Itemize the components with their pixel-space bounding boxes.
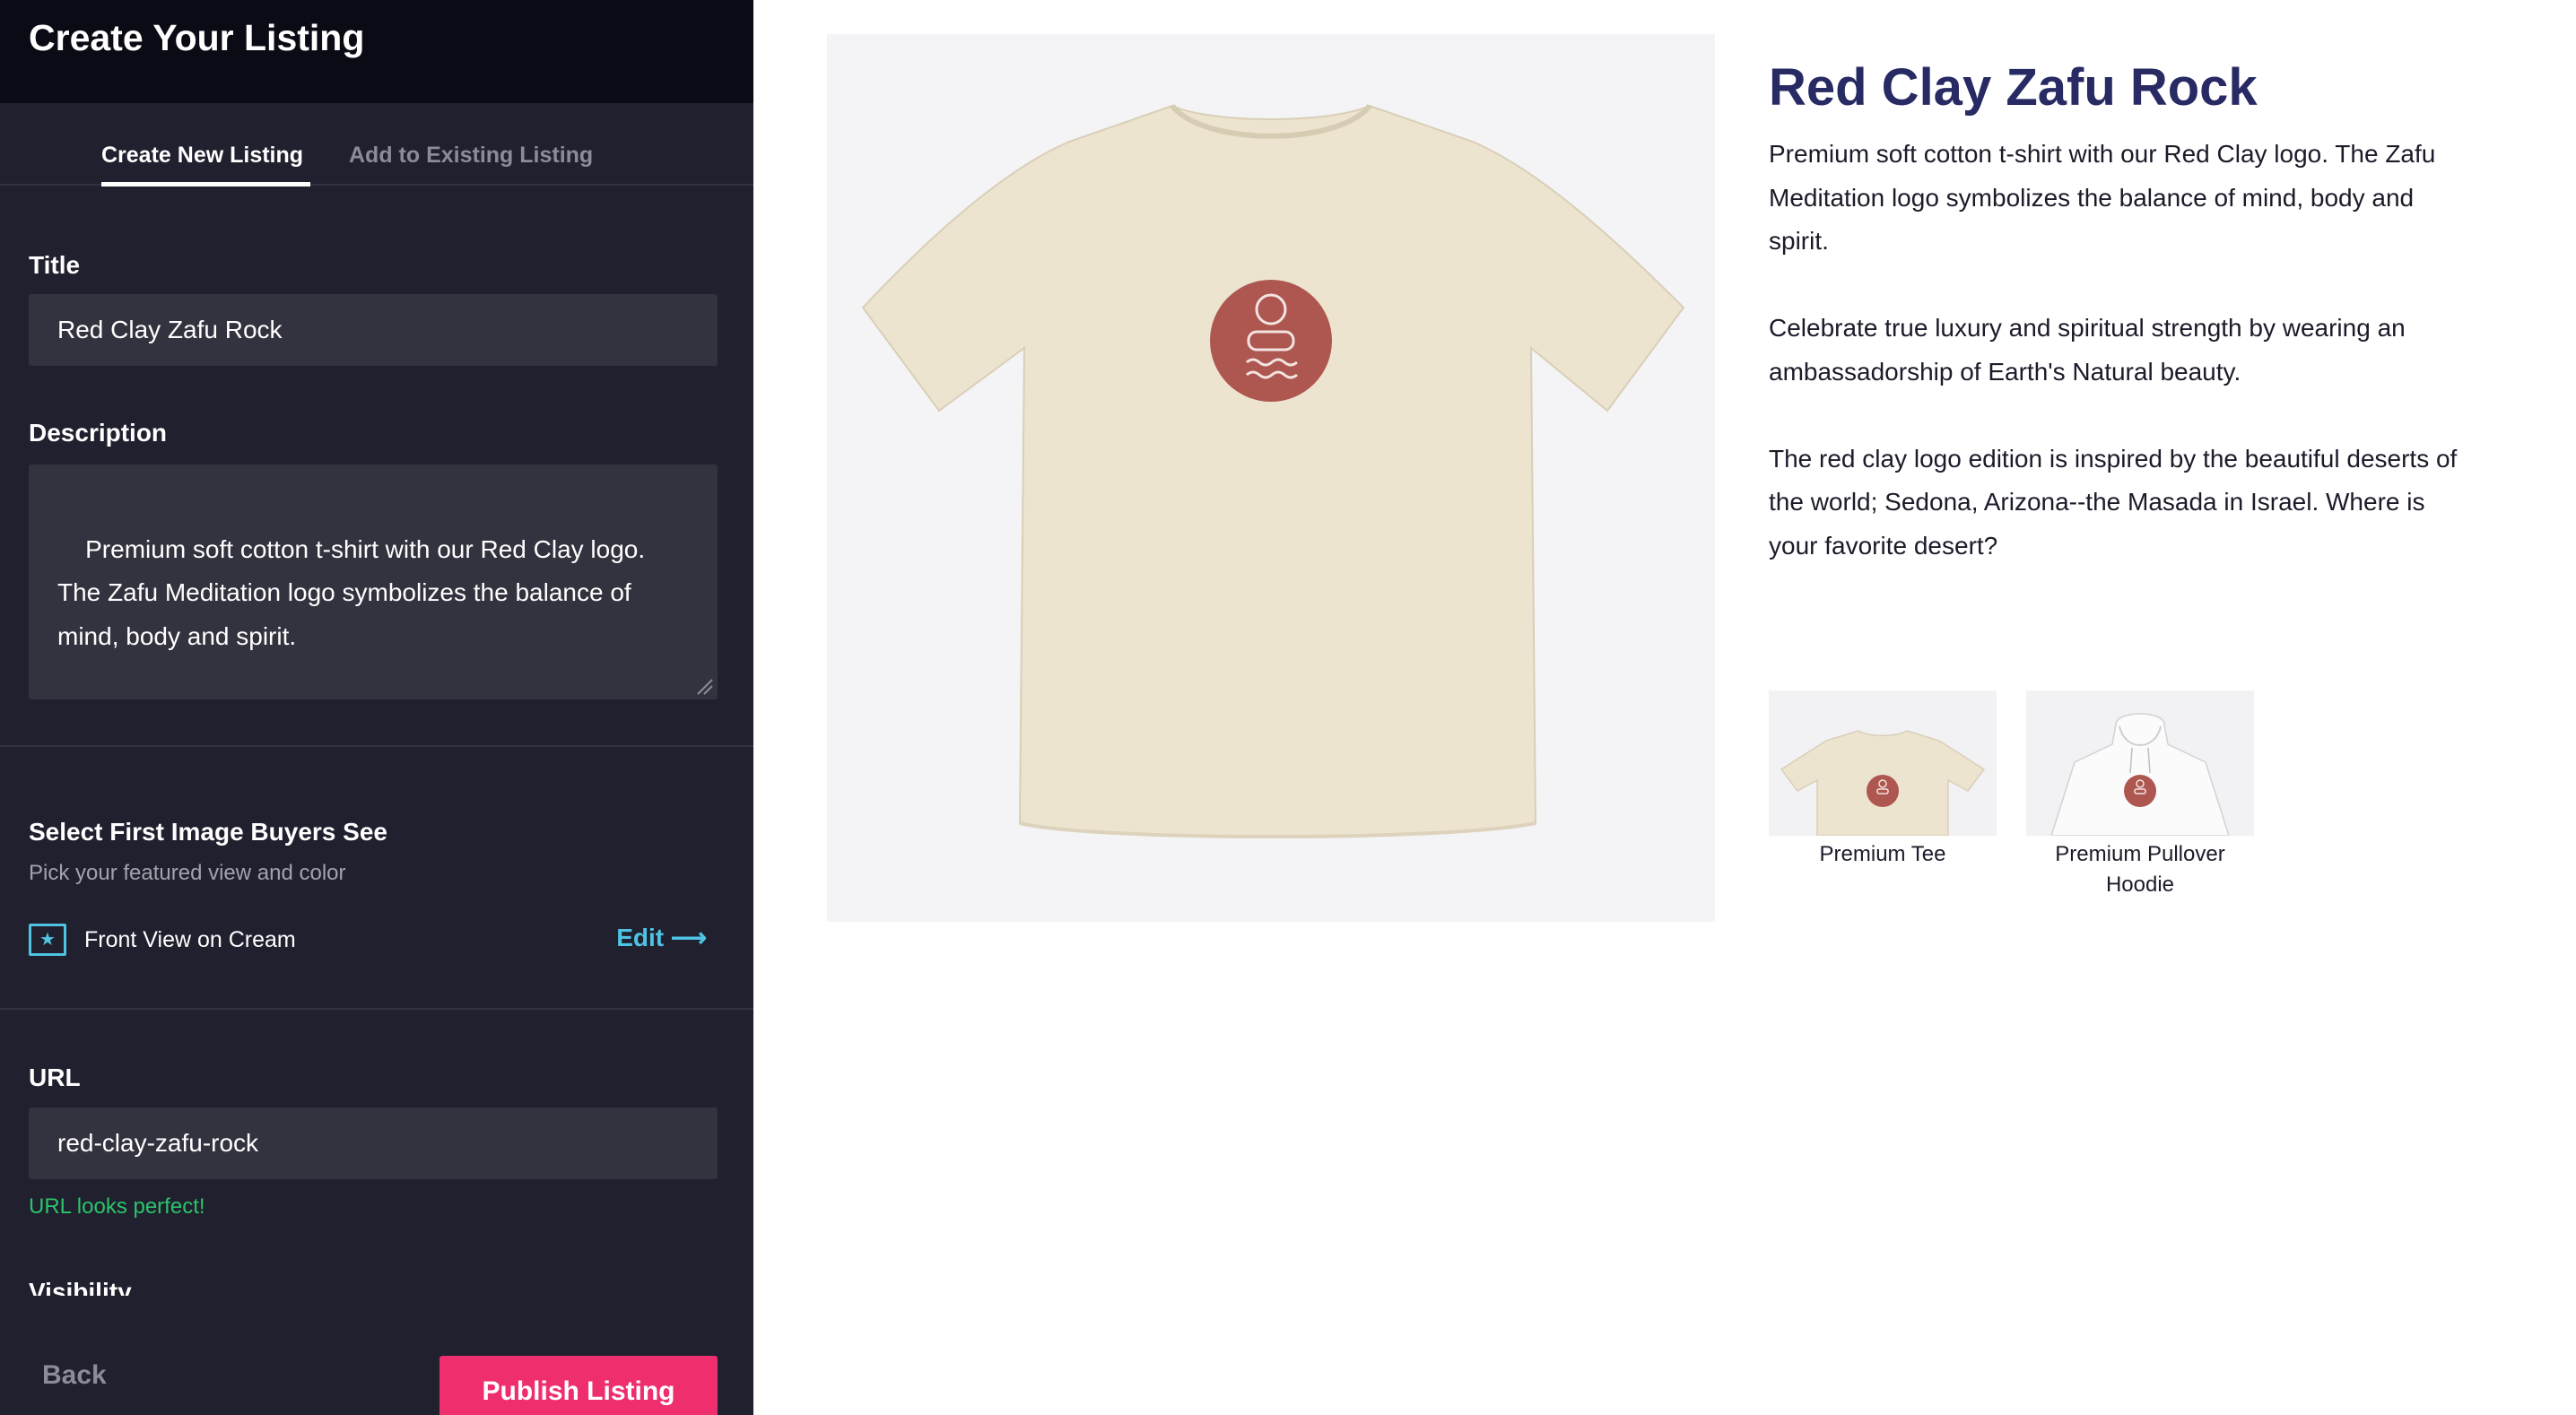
url-label: URL	[29, 1063, 81, 1091]
tab-create-new-listing[interactable]: Create New Listing	[101, 139, 311, 187]
product-thumb-label: Premium Pullover Hoodie	[2055, 842, 2225, 897]
edit-featured-view-link[interactable]: Edit ⟶	[616, 922, 707, 954]
product-thumb-label: Premium Tee	[1819, 842, 1946, 866]
tab-add-to-existing-listing[interactable]: Add to Existing Listing	[349, 139, 593, 171]
url-input[interactable]: red-clay-zafu-rock	[29, 1107, 718, 1179]
visibility-label: Visibility	[29, 1278, 132, 1296]
product-description: Premium soft cotton t-shirt with our Red…	[1769, 133, 2468, 612]
divider	[0, 1008, 753, 1010]
divider	[0, 745, 753, 747]
title-label: Title	[29, 251, 81, 279]
listing-tabs: Create New Listing Add to Existing Listi…	[0, 103, 753, 187]
listing-sidebar: Create Your Listing Create New Listing A…	[0, 0, 753, 1415]
product-thumb-hoodie[interactable]: Premium Pullover Hoodie	[2026, 690, 2254, 900]
product-thumb-tee[interactable]: Premium Tee	[1769, 690, 1997, 870]
description-paragraph: Premium soft cotton t-shirt with our Red…	[1769, 140, 2436, 255]
publish-listing-button[interactable]: Publish Listing	[439, 1356, 718, 1415]
product-preview-image	[827, 34, 1715, 922]
featured-view-row: ★ Front View on Cream Edit ⟶	[29, 922, 718, 961]
featured-view-label: Front View on Cream	[84, 927, 296, 952]
sidebar-footer: Back Publish Listing	[0, 1309, 753, 1415]
resize-grip-icon[interactable]	[694, 676, 714, 696]
sidebar-title: Create Your Listing	[29, 17, 365, 58]
description-label: Description	[29, 419, 168, 447]
sidebar-header: Create Your Listing	[0, 0, 753, 103]
first-image-subtext: Pick your featured view and color	[29, 861, 346, 885]
description-text: Premium soft cotton t-shirt with our Red…	[57, 534, 646, 650]
title-input[interactable]: Red Clay Zafu Rock	[29, 294, 718, 366]
description-paragraph: The red clay logo edition is inspired by…	[1769, 444, 2458, 560]
back-button[interactable]: Back	[42, 1359, 107, 1392]
description-textarea[interactable]: Premium soft cotton t-shirt with our Red…	[29, 464, 718, 699]
product-title: Red Clay Zafu Rock	[1769, 58, 2258, 117]
description-paragraph: Celebrate true luxury and spiritual stre…	[1769, 314, 2406, 386]
star-icon: ★	[29, 924, 66, 956]
first-image-heading: Select First Image Buyers See	[29, 818, 387, 846]
hoodie-thumbnail-image	[2026, 690, 2254, 837]
tshirt-image	[861, 104, 1685, 838]
tee-thumbnail-image	[1769, 690, 1997, 837]
url-status-message: URL looks perfect!	[29, 1194, 205, 1219]
